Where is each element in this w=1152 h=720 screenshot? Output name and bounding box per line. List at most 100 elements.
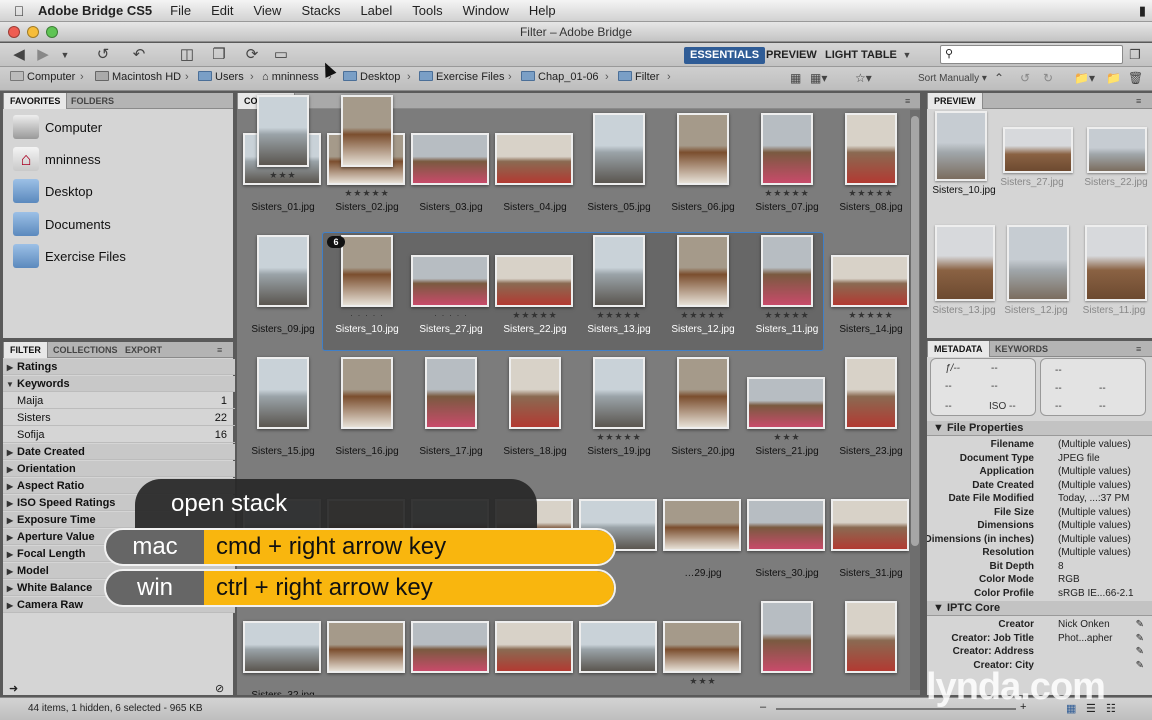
menu-tools[interactable]: Tools [412,3,442,18]
preview-image[interactable] [1085,225,1147,301]
tab-preview[interactable]: PREVIEW [927,93,983,109]
panel-menu-icon[interactable]: ≡ [1130,93,1147,109]
favorite-desktop[interactable]: Desktop [13,176,93,206]
thumbnail[interactable] [829,599,913,695]
thumbnail[interactable]: ★★★★★ Sisters_14.jpg [829,233,913,353]
menu-edit[interactable]: Edit [211,3,233,18]
thumbnail[interactable]: ★★★★★ Sisters_07.jpg [745,111,829,231]
thumbnail[interactable]: Sisters_03.jpg [409,111,493,231]
menu-label[interactable]: Label [360,3,392,18]
thumbnail[interactable]: ★★★★★ Sisters_11.jpg [745,233,829,353]
rating-stars[interactable]: · · · · · [409,310,493,320]
thumbnail[interactable] [409,477,493,597]
filter-category[interactable]: ▶ Date Created [3,444,235,460]
tab-favorites[interactable]: FAVORITES [3,93,68,109]
thumbnail[interactable] [325,93,409,213]
filter-category[interactable]: ▼ Keywords [3,376,235,392]
view-options-icon[interactable]: ▦▾ [810,71,827,85]
thumbnail[interactable]: Sisters_32.jpg [241,599,325,695]
zoom-window-button[interactable] [46,26,58,38]
thumbnail[interactable]: Sisters_16.jpg [325,355,409,475]
preview-image[interactable] [1087,127,1147,173]
search-input[interactable]: ⚲ [940,45,1123,64]
forward-arrow-icon[interactable]: ▶ [34,45,52,65]
thumbnail[interactable] [493,599,577,695]
metadata-value[interactable]: Phot...apher [1058,633,1112,644]
thumbnail[interactable]: …29.jpg [661,477,745,597]
thumbnail-size-slider[interactable] [776,708,1016,710]
clear-filter-icon[interactable]: ⊘ [215,682,224,695]
back-arrow-icon[interactable]: ◀ [10,45,28,65]
filter-item[interactable]: Maija 1 [3,393,235,409]
favorite-exercise-files[interactable]: Exercise Files [13,241,126,271]
filter-category[interactable]: ▶ Aperture Value [3,529,235,545]
filter-category[interactable]: ▶ Focal Length [3,546,235,562]
recent-dropdown-icon[interactable]: ▼ [58,45,72,65]
thumbnail[interactable]: Sisters_18.jpg [493,355,577,475]
thumbnail[interactable]: ★★★ [241,93,325,213]
tab-filter[interactable]: FILTER [3,342,48,358]
close-window-button[interactable] [8,26,20,38]
sort-dropdown[interactable]: Sort Manually ▾ [918,73,987,84]
thumbnail[interactable]: · · · · · Sisters_10.jpg [325,233,409,353]
rating-stars[interactable]: ★★★★★ [829,188,913,199]
thumbnail[interactable] [409,599,493,695]
edit-pencil-icon[interactable]: ✎ [1136,660,1144,671]
breadcrumb-desktop[interactable]: Desktop [343,71,400,83]
edit-pencil-icon[interactable]: ✎ [1136,619,1144,630]
rating-stars[interactable]: ★★★★★ [577,432,661,443]
breadcrumb-mninness[interactable]: ⌂ mninness [262,71,319,83]
filter-item[interactable]: Sisters 22 [3,410,235,426]
breadcrumb-chap[interactable]: Chap_01-06 [521,71,599,83]
menu-view[interactable]: View [253,3,281,18]
compact-mode-icon[interactable]: ❐ [1126,45,1144,65]
rating-stars[interactable]: · · · · · [325,310,409,320]
preview-image[interactable] [1007,225,1069,301]
tab-keywords[interactable]: KEYWORDS [989,341,1054,357]
thumbnail[interactable]: Sisters_23.jpg [829,355,913,475]
breadcrumb-computer[interactable]: Computer [10,71,75,83]
panel-menu-icon[interactable]: ≡ [211,342,228,358]
tab-folders[interactable]: FOLDERS [65,93,120,109]
quality-options-icon[interactable]: ▦ [790,71,801,85]
thumbnail[interactable] [577,599,661,695]
panel-menu-icon[interactable]: ≡ [1130,341,1147,357]
filter-category[interactable]: ▶ Orientation [3,461,235,477]
workspace-light-table[interactable]: LIGHT TABLE [819,47,903,64]
tab-export[interactable]: EXPORT [119,342,168,358]
tab-metadata[interactable]: METADATA [927,341,990,357]
filter-item[interactable]: Sofija 16 [3,427,235,443]
rotate-right-icon[interactable]: ↻ [1043,71,1053,85]
filter-category[interactable]: ▶ Exposure Time [3,512,235,528]
thumbnail[interactable]: · · · · · Sisters_27.jpg [409,233,493,353]
menu-extras-icon[interactable]: ▮ [1139,3,1146,19]
rating-stars[interactable]: ★★★★★ [661,310,745,321]
filter-category[interactable]: ▶ ISO Speed Ratings [3,495,235,511]
breadcrumb-users[interactable]: Users [198,71,244,83]
rating-filter-icon[interactable]: ☆▾ [855,71,872,85]
details-view-icon[interactable]: ☷ [1106,702,1116,715]
thumbnail[interactable]: ★★★★★ Sisters_12.jpg [661,233,745,353]
zoom-in-icon[interactable]: + [1020,701,1026,713]
breadcrumb-exercise-files[interactable]: Exercise Files [419,71,504,83]
minimize-window-button[interactable] [27,26,39,38]
list-view-icon[interactable]: ☰ [1086,702,1096,715]
workspace-dropdown-icon[interactable]: ▼ [900,45,914,65]
menu-window[interactable]: Window [463,3,509,18]
workspace-preview[interactable]: PREVIEW [760,47,823,64]
stack-count-badge[interactable]: 6 [327,236,345,248]
preview-image[interactable] [935,111,987,181]
edit-pencil-icon[interactable]: ✎ [1136,633,1144,644]
thumbnail[interactable]: ★★★ [661,599,745,695]
trash-icon[interactable]: 🗑 [1128,71,1143,85]
thumbnail[interactable]: Sisters_31.jpg [829,477,913,597]
filter-category[interactable]: ▶ White Balance [3,580,235,596]
thumbnail[interactable]: ★★★★★ Sisters_13.jpg [577,233,661,353]
preview-image[interactable] [1003,127,1073,173]
rating-stars[interactable]: ★★★★★ [577,310,661,321]
thumbnail[interactable]: Sisters_06.jpg [661,111,745,231]
refine-icon[interactable]: ❐ [206,45,232,65]
panel-menu-icon[interactable]: ≡ [899,93,916,109]
thumbnail[interactable]: ★★★★★ Sisters_22.jpg [493,233,577,353]
open-recent-icon[interactable]: 📁▾ [1074,71,1095,85]
